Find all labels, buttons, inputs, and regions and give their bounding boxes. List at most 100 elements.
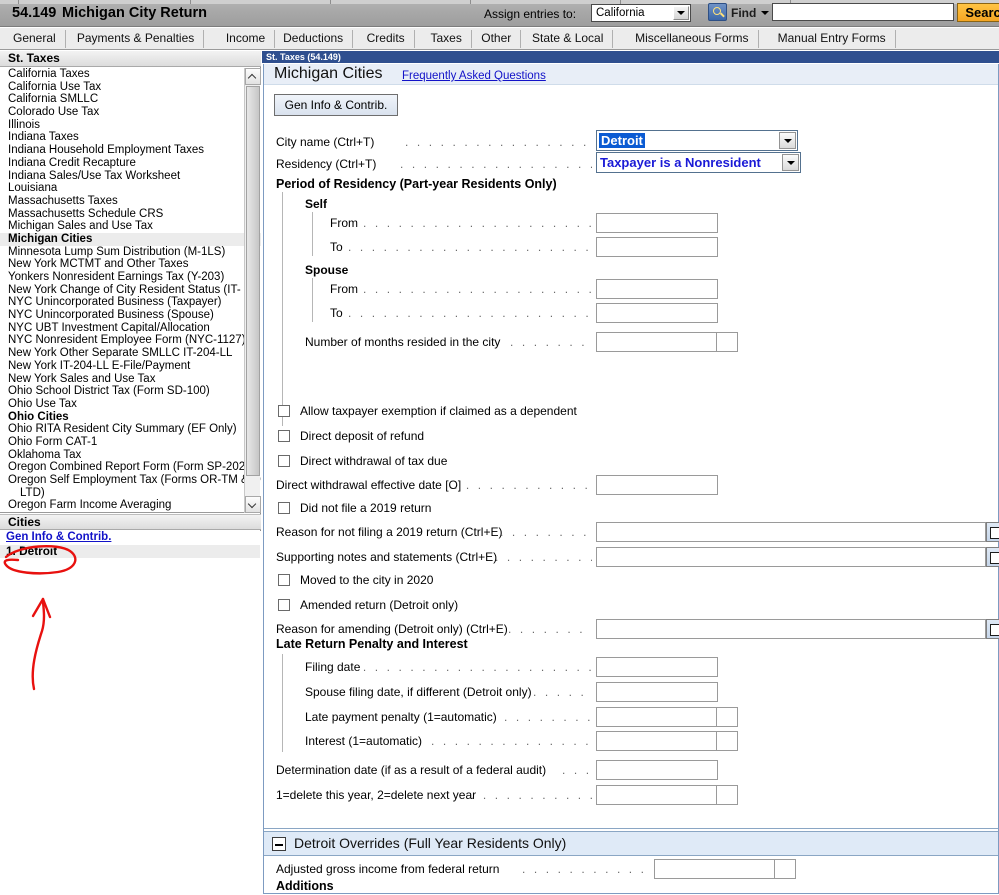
sidebar-item-ohio-rita-resident-city-summary-ef-only[interactable]: Ohio RITA Resident City Summary (EF Only… [0,423,261,436]
gen-info-contrib-link[interactable]: Gen Info & Contrib. [6,531,111,543]
supporting-notes-input[interactable] [596,547,986,567]
sidebar-item-yonkers-nonresident-earnings-tax-y-203[interactable]: Yonkers Nonresident Earnings Tax (Y-203) [0,271,261,284]
search-button[interactable]: Search [957,3,999,22]
sidebar-item-michigan-cities[interactable]: Michigan Cities [0,232,261,246]
reason-not-filing-input[interactable] [596,522,986,542]
sidebar-item-indiana-taxes[interactable]: Indiana Taxes [0,131,261,144]
tab-other[interactable]: Other [472,30,522,48]
scrollbar-thumb[interactable] [246,86,260,476]
expand-editor-icon[interactable] [986,619,999,639]
chevron-down-icon[interactable] [761,11,769,15]
sidebar-item-nyc-unincorporated-business-spouse[interactable]: NYC Unincorporated Business (Spouse) [0,309,261,322]
sidebar-item-oregon-farm-income-averaging[interactable]: Oregon Farm Income Averaging [0,499,261,512]
agi-input[interactable] [654,859,796,879]
interest-input[interactable] [596,731,738,751]
dot-leader: . . . . . . . . . . . . . . . . . . . . … [363,216,591,230]
sidebar-item-california-smllc[interactable]: California SMLLC [0,93,261,106]
assign-entries-select[interactable]: California [591,4,691,22]
dot-leader: . . . . . . . . . . . . [471,788,593,802]
determination-date-input[interactable] [596,760,718,780]
tab-deductions[interactable]: Deductions [274,30,354,48]
sidebar-item-indiana-household-employment-taxes[interactable]: Indiana Household Employment Taxes [0,144,261,157]
sidebar-item-illinois[interactable]: Illinois [0,119,261,132]
sidebar-item-ohio-form-cat-1[interactable]: Ohio Form CAT-1 [0,436,261,449]
moved-to-city-checkbox[interactable] [278,574,290,586]
sidebar-scrollbar[interactable] [244,68,261,513]
sidebar-item-new-york-mctmt-and-other-taxes[interactable]: New York MCTMT and Other Taxes [0,258,261,271]
months-resided-label: Number of months resided in the city [305,335,501,349]
list-item[interactable]: 1. Detroit [0,545,260,558]
tab-general[interactable]: General [4,30,66,48]
expand-editor-icon[interactable] [986,547,999,567]
chevron-down-icon[interactable] [779,132,796,149]
sidebar-item-oregon-self-employment-tax-forms-or-tm-o[interactable]: Oregon Self Employment Tax (Forms OR-TM … [0,474,261,487]
sidebar-item-louisiana[interactable]: Louisiana [0,182,261,195]
allow-exemption-checkbox[interactable] [278,405,290,417]
sidebar-item-ohio-use-tax[interactable]: Ohio Use Tax [0,398,261,411]
residency-select[interactable]: Taxpayer is a Nonresident [596,152,801,173]
tab-state-local[interactable]: State & Local [523,30,614,48]
filing-date-input[interactable] [596,657,718,677]
tab-payments-penalties[interactable]: Payments & Penalties [68,30,205,48]
st-taxes-tree[interactable]: California Taxes California Use Tax Califo… [0,68,261,513]
tab-miscellaneous-forms[interactable]: Miscellaneous Forms [626,30,759,48]
sidebar-item-nyc-unincorporated-business-taxpayer[interactable]: NYC Unincorporated Business (Taxpayer) [0,296,261,309]
sidebar-item-california-use-tax[interactable]: California Use Tax [0,81,261,94]
self-from-input[interactable] [596,213,718,233]
spouse-from-input[interactable] [596,279,718,299]
tab-income[interactable]: Income [217,30,276,48]
months-resided-input[interactable] [596,332,738,352]
tab-credits[interactable]: Credits [358,30,415,48]
sidebar-item-nyc-ubt-investment-capital-allocation[interactable]: NYC UBT Investment Capital/Allocation [0,322,261,335]
chevron-down-icon[interactable] [673,6,689,20]
sidebar-item-michigan-sales-and-use-tax[interactable]: Michigan Sales and Use Tax [0,220,261,233]
sidebar-item-new-york-it-204-ll-e-file-payment[interactable]: New York IT-204-LL E-File/Payment [0,360,261,373]
scroll-down-icon[interactable] [245,496,261,513]
spouse-filing-date-label: Spouse filing date, if different (Detroi… [305,685,532,699]
sidebar-item-indiana-sales-use-tax-worksheet[interactable]: Indiana Sales/Use Tax Worksheet [0,170,261,183]
collapse-minus-icon[interactable] [272,837,286,851]
sidebar-item-nyc-nonresident-employee-form-nyc-1127[interactable]: NYC Nonresident Employee Form (NYC-1127) [0,334,261,347]
search-icon[interactable] [708,3,727,21]
form-tab-strip[interactable]: St. Taxes (54.149) [262,51,999,63]
sidebar-item-california-taxes[interactable]: California Taxes [0,68,261,81]
dot-leader: . . . . . . . . . . . . . . . . . . . . … [348,240,591,254]
sidebar-item-indiana-credit-recapture[interactable]: Indiana Credit Recapture [0,157,261,170]
did-not-file-checkbox[interactable] [278,502,290,514]
sidebar-item-ohio-cities[interactable]: Ohio Cities [0,411,261,424]
sidebar-item-oklahoma-tax[interactable]: Oklahoma Tax [0,449,261,462]
sidebar-item-new-york-other-separate-smllc-it-204-ll[interactable]: New York Other Separate SMLLC IT-204-LL [0,347,261,360]
self-to-input[interactable] [596,237,718,257]
expand-editor-icon[interactable] [986,522,999,542]
chevron-down-icon[interactable] [782,154,799,171]
find-input[interactable] [772,3,954,21]
city-name-select[interactable]: Detroit [596,130,798,151]
direct-withdrawal-checkbox[interactable] [278,455,290,467]
delete-year-input[interactable] [596,785,738,805]
direct-deposit-checkbox[interactable] [278,430,290,442]
sidebar-item-massachusetts-taxes[interactable]: Massachusetts Taxes [0,195,261,208]
sidebar-item-ltd[interactable]: LTD) [0,487,261,500]
spouse-filing-date-input[interactable] [596,682,718,702]
sidebar-item-new-york-change-of-city-resident-status-[interactable]: New York Change of City Resident Status … [0,284,261,297]
gen-info-contrib-button[interactable]: Gen Info & Contrib. [274,94,398,116]
late-penalty-input[interactable] [596,707,738,727]
find-label[interactable]: Find [731,6,756,20]
sidebar-item-colorado-use-tax[interactable]: Colorado Use Tax [0,106,261,119]
sidebar-item-minnesota-lump-sum-distribution-m-1ls[interactable]: Minnesota Lump Sum Distribution (M-1LS) [0,246,261,259]
withdrawal-date-input[interactable] [596,475,718,495]
scroll-up-icon[interactable] [245,68,261,85]
sidebar-item-new-york-sales-and-use-tax[interactable]: New York Sales and Use Tax [0,373,261,386]
cities-list[interactable]: Gen Info & Contrib. 1. Detroit [0,531,261,895]
tab-manual-entry-forms[interactable]: Manual Entry Forms [769,30,896,48]
sidebar-item-ohio-school-district-tax-form-sd-100[interactable]: Ohio School District Tax (Form SD-100) [0,385,261,398]
reason-amending-input[interactable] [596,619,986,639]
sidebar-item-oregon-combined-report-form-form-sp-2020[interactable]: Oregon Combined Report Form (Form SP-202… [0,461,261,474]
tab-taxes[interactable]: Taxes [422,30,472,48]
amended-return-checkbox[interactable] [278,599,290,611]
supporting-notes-label: Supporting notes and statements (Ctrl+E) [276,550,498,564]
spouse-to-input[interactable] [596,303,718,323]
sidebar-item-massachusetts-schedule-crs[interactable]: Massachusetts Schedule CRS [0,208,261,221]
detroit-overrides-section-header[interactable]: Detroit Overrides (Full Year Residents O… [264,832,998,856]
faq-link[interactable]: Frequently Asked Questions [402,70,546,82]
